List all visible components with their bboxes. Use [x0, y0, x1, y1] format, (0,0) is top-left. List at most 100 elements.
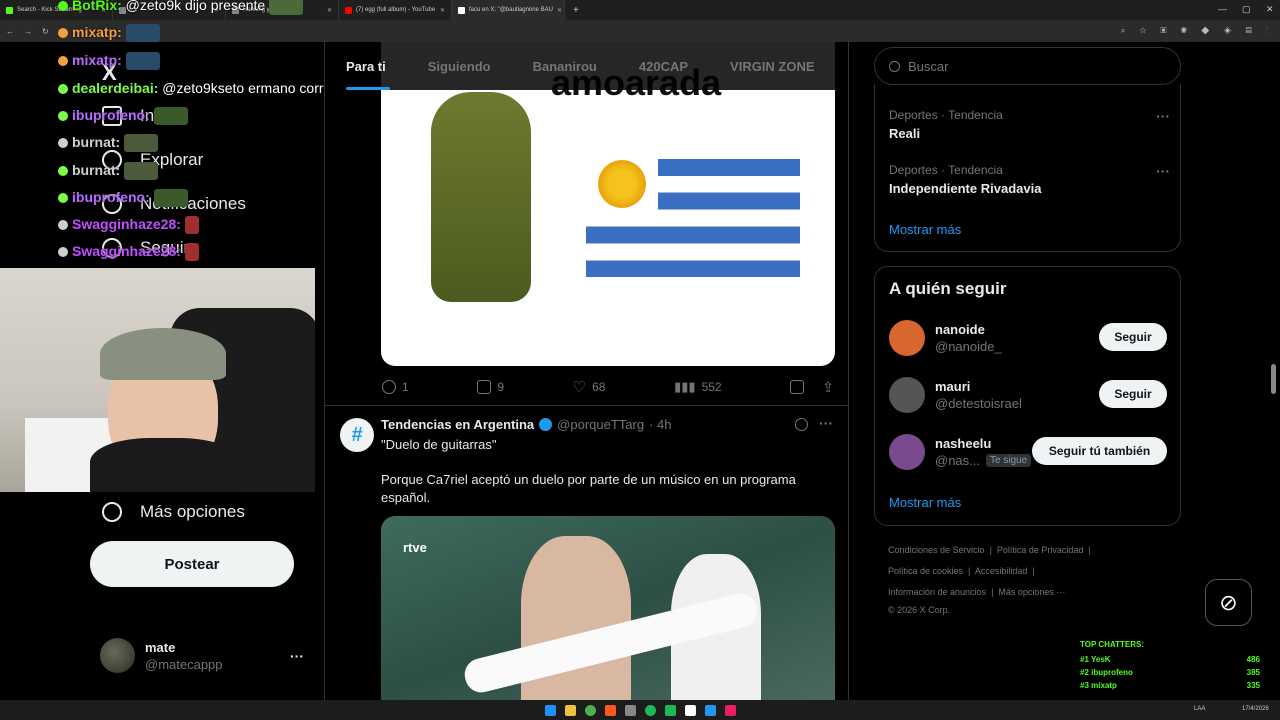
- post-image[interactable]: amoarada: [381, 42, 835, 366]
- browser-tab-active[interactable]: facu en X: "@bautiagnone BAU ✕: [452, 0, 565, 20]
- extension-icons[interactable]: ⌕ ☆ ▣ ◉ ◆ ◈ ▤ ⋮: [1121, 26, 1274, 36]
- footer-link[interactable]: Política de Privacidad: [997, 545, 1084, 555]
- follow-button[interactable]: Seguir: [1099, 380, 1167, 408]
- post-body: Porque Ca7riel aceptó un duelo por parte…: [381, 472, 796, 505]
- browser-tab[interactable]: (7) egg (full album) - YouTube ✕: [339, 0, 452, 20]
- reply-button[interactable]: 1: [382, 380, 409, 394]
- account-more-icon[interactable]: ···: [290, 648, 304, 664]
- trend-more-icon[interactable]: ···: [1156, 108, 1170, 124]
- post-more-icon[interactable]: ···: [819, 415, 833, 431]
- footer-link[interactable]: Política de cookies: [888, 566, 963, 576]
- tab-virgin-zone[interactable]: VIRGIN ZONE: [709, 42, 836, 90]
- views-button[interactable]: ▮▮▮ 552: [674, 379, 722, 395]
- footer-link[interactable]: Condiciones de Servicio: [888, 545, 985, 555]
- chat-badge-icon: [58, 1, 68, 12]
- chatter-rank: #2 ibuprofeno: [1080, 668, 1133, 677]
- chat-message: burnat:: [58, 162, 159, 181]
- new-tab-button[interactable]: +: [565, 5, 587, 16]
- chat-badge-icon: [58, 138, 68, 149]
- chat-message: mixatp:: [58, 52, 160, 71]
- app-icon[interactable]: [664, 704, 676, 716]
- chat-badge-icon: [58, 84, 68, 95]
- scrollbar[interactable]: [1271, 364, 1276, 394]
- sun-of-may-icon: [598, 160, 646, 208]
- post-button[interactable]: Postear: [90, 541, 294, 587]
- chatter-row: #3 mixatp 335: [1080, 681, 1260, 690]
- chat-message: BotRix: @zeto9k dijo presente: [58, 0, 304, 16]
- clock-date[interactable]: 17/4/2026: [1242, 706, 1269, 712]
- account-handle: @matecappp: [145, 656, 223, 672]
- chat-user: burnat:: [72, 162, 121, 178]
- avatar: [889, 377, 925, 413]
- chatter-rank: #3 mixatp: [1080, 681, 1117, 690]
- follow-suggestion[interactable]: nasheelu @nas... Te sigue: [889, 434, 1032, 470]
- nav-item-more-options[interactable]: Más opciones: [102, 502, 245, 522]
- maximize-icon[interactable]: ▢: [1242, 4, 1251, 15]
- minimize-icon[interactable]: —: [1218, 4, 1227, 14]
- footer-row: Condiciones de Servicio | Política de Pr…: [888, 545, 1091, 555]
- post-handle[interactable]: @porqueTTarg: [557, 417, 644, 432]
- trend-item[interactable]: Deportes · Tendencia Reali: [889, 108, 1003, 141]
- chat-overlay: BotRix: @zeto9k dijo presente mixatp: mi…: [0, 0, 340, 268]
- footer-link[interactable]: Accesibilidad: [975, 566, 1028, 576]
- chrome-icon[interactable]: [584, 704, 596, 716]
- language-indicator[interactable]: LAA: [1194, 706, 1205, 712]
- trend-item[interactable]: Deportes · Tendencia Independiente Rivad…: [889, 163, 1041, 196]
- who-to-follow-card: A quién seguir nanoide @nanoide_ Seguir m…: [874, 266, 1181, 526]
- repost-button[interactable]: 9: [477, 380, 504, 394]
- like-button[interactable]: ♡ 68: [573, 378, 606, 396]
- like-count: 68: [592, 380, 606, 394]
- footer-link[interactable]: Información de anuncios: [888, 587, 986, 597]
- trends-show-more[interactable]: Mostrar más: [889, 222, 961, 237]
- chat-user: Swagginhaze28:: [72, 216, 181, 232]
- follow-suggestion[interactable]: nanoide @nanoide_: [889, 320, 1002, 356]
- tab-420cap[interactable]: 420CAP: [618, 42, 709, 90]
- app-icon[interactable]: [604, 704, 616, 716]
- chat-badge-icon: [58, 247, 68, 258]
- app-icon[interactable]: [624, 704, 636, 716]
- chat-user: mixatp:: [72, 24, 122, 40]
- footer-row: Política de cookies | Accesibilidad |: [888, 566, 1035, 576]
- trend-more-icon[interactable]: ···: [1156, 163, 1170, 179]
- uruguay-flag: [586, 142, 800, 294]
- nav-label: Más opciones: [140, 502, 245, 521]
- grok-button-icon[interactable]: ⊘: [1205, 579, 1252, 626]
- app-icon[interactable]: [724, 704, 736, 716]
- follow-button[interactable]: Seguir: [1099, 323, 1167, 351]
- tab-siguiendo[interactable]: Siguiendo: [407, 42, 512, 90]
- chatter-rank: #1 YesK: [1080, 655, 1111, 664]
- spotify-icon[interactable]: [644, 704, 656, 716]
- feed-tabs: Para ti Siguiendo Bananirou 420CAP VIRGI…: [325, 42, 848, 90]
- close-icon[interactable]: ✕: [440, 7, 445, 14]
- follow-suggestion[interactable]: mauri @detestoisrael: [889, 377, 1022, 413]
- tab-para-ti[interactable]: Para ti: [325, 42, 407, 90]
- search-input[interactable]: Buscar: [874, 47, 1181, 85]
- emote-icon: [184, 243, 199, 262]
- tab-title: facu en X: "@bautiagnone BAU: [469, 7, 553, 13]
- follow-show-more[interactable]: Mostrar más: [889, 495, 961, 510]
- follow-handle: @detestoisrael: [935, 396, 1022, 411]
- follow-back-button[interactable]: Seguir tú también: [1032, 437, 1167, 465]
- bookmark-icon[interactable]: [790, 380, 805, 394]
- footer-link[interactable]: Más opciones ···: [998, 587, 1065, 597]
- post-time[interactable]: · 4h: [649, 417, 671, 432]
- reply-icon: [382, 380, 396, 394]
- follow-handle: @nanoide_: [935, 339, 1002, 354]
- post-video[interactable]: rtve: [381, 516, 835, 700]
- close-window-icon[interactable]: ✕: [1266, 4, 1274, 15]
- grok-icon[interactable]: [795, 418, 808, 431]
- chatter-count: 335: [1246, 681, 1260, 690]
- app-icon[interactable]: [684, 704, 696, 716]
- repost-icon: [477, 380, 492, 394]
- app-icon[interactable]: [704, 704, 716, 716]
- post-author[interactable]: Tendencias en Argentina: [381, 417, 534, 432]
- account-switcher[interactable]: mate @matecappp: [100, 638, 223, 673]
- avatar: [889, 434, 925, 470]
- share-icon[interactable]: ⇪: [822, 379, 834, 396]
- windows-start-icon[interactable]: [544, 704, 556, 716]
- hashtag-avatar-icon[interactable]: #: [340, 418, 374, 452]
- tab-bananirou[interactable]: Bananirou: [512, 42, 618, 90]
- close-icon[interactable]: ✕: [557, 7, 562, 14]
- file-explorer-icon[interactable]: [564, 704, 576, 716]
- master-chief-figure: [431, 92, 531, 302]
